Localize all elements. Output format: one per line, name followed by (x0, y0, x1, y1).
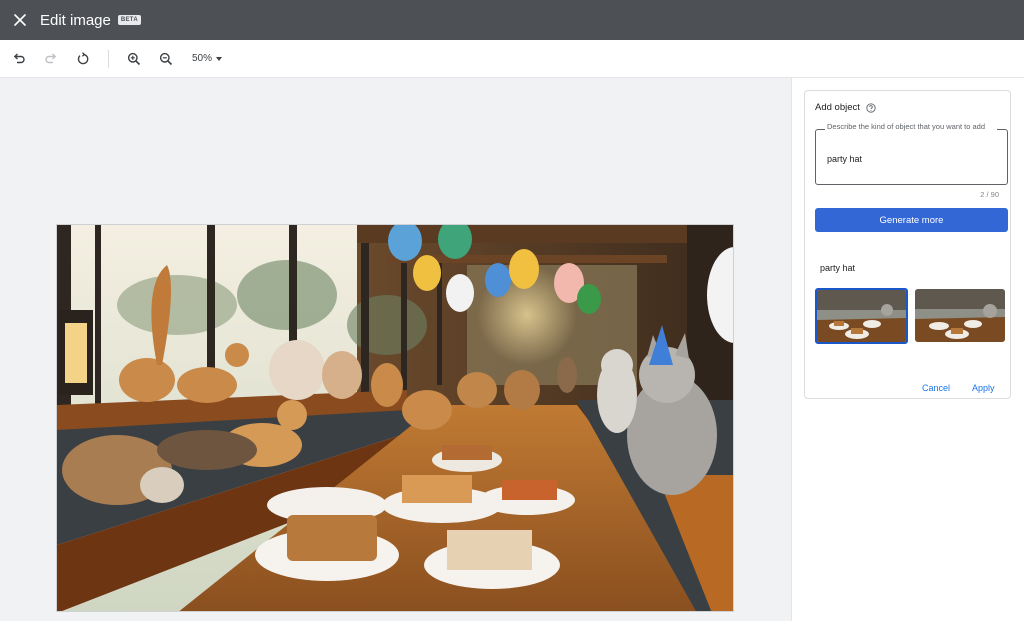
cat-cafe-photo (57, 225, 733, 611)
apply-button[interactable]: Apply (972, 383, 995, 393)
chevron-down-icon (216, 56, 223, 61)
object-description-label: Describe the kind of object that you wan… (825, 122, 997, 131)
object-description-value: party hat (827, 154, 863, 164)
zoom-level-value: 50% (192, 53, 213, 64)
object-description-input[interactable]: Describe the kind of object that you wan… (815, 122, 1008, 185)
image-canvas (0, 78, 792, 621)
app-header: Edit image BETA (0, 0, 1024, 40)
zoom-out-icon (159, 52, 173, 65)
side-panel: Add object Describe the kind of object t… (793, 78, 1024, 621)
rotate-button[interactable] (67, 43, 99, 75)
thumbnail-image (817, 290, 906, 342)
undo-icon (13, 52, 25, 63)
toolbar-divider (108, 49, 109, 68)
redo-button[interactable] (35, 43, 67, 75)
rotate-icon (77, 51, 89, 64)
undo-button[interactable] (3, 43, 35, 75)
editor-toolbar: 50% (0, 40, 1024, 78)
help-icon[interactable] (866, 102, 876, 113)
result-thumbnail-1[interactable] (815, 288, 908, 344)
beta-badge: BETA (117, 15, 141, 25)
result-thumbnail-2[interactable] (915, 289, 1005, 342)
zoom-in-button[interactable] (118, 43, 150, 75)
zoom-out-button[interactable] (150, 43, 182, 75)
edited-image[interactable] (56, 224, 734, 612)
add-object-title-text: Add object (815, 102, 860, 113)
thumbnail-image (915, 289, 1005, 342)
character-counter: 2 / 90 (980, 190, 999, 199)
zoom-in-icon (127, 52, 141, 65)
page-title: Edit image (40, 11, 111, 29)
result-label: party hat (820, 263, 856, 273)
zoom-level-dropdown[interactable]: 50% (192, 53, 223, 64)
close-button[interactable] (0, 0, 40, 40)
add-object-card: Add object Describe the kind of object t… (804, 90, 1011, 399)
cancel-button[interactable]: Cancel (922, 383, 950, 393)
generate-more-button[interactable]: Generate more (815, 208, 1008, 232)
add-object-title: Add object (815, 102, 876, 113)
close-icon (14, 14, 26, 26)
redo-icon (45, 52, 57, 63)
